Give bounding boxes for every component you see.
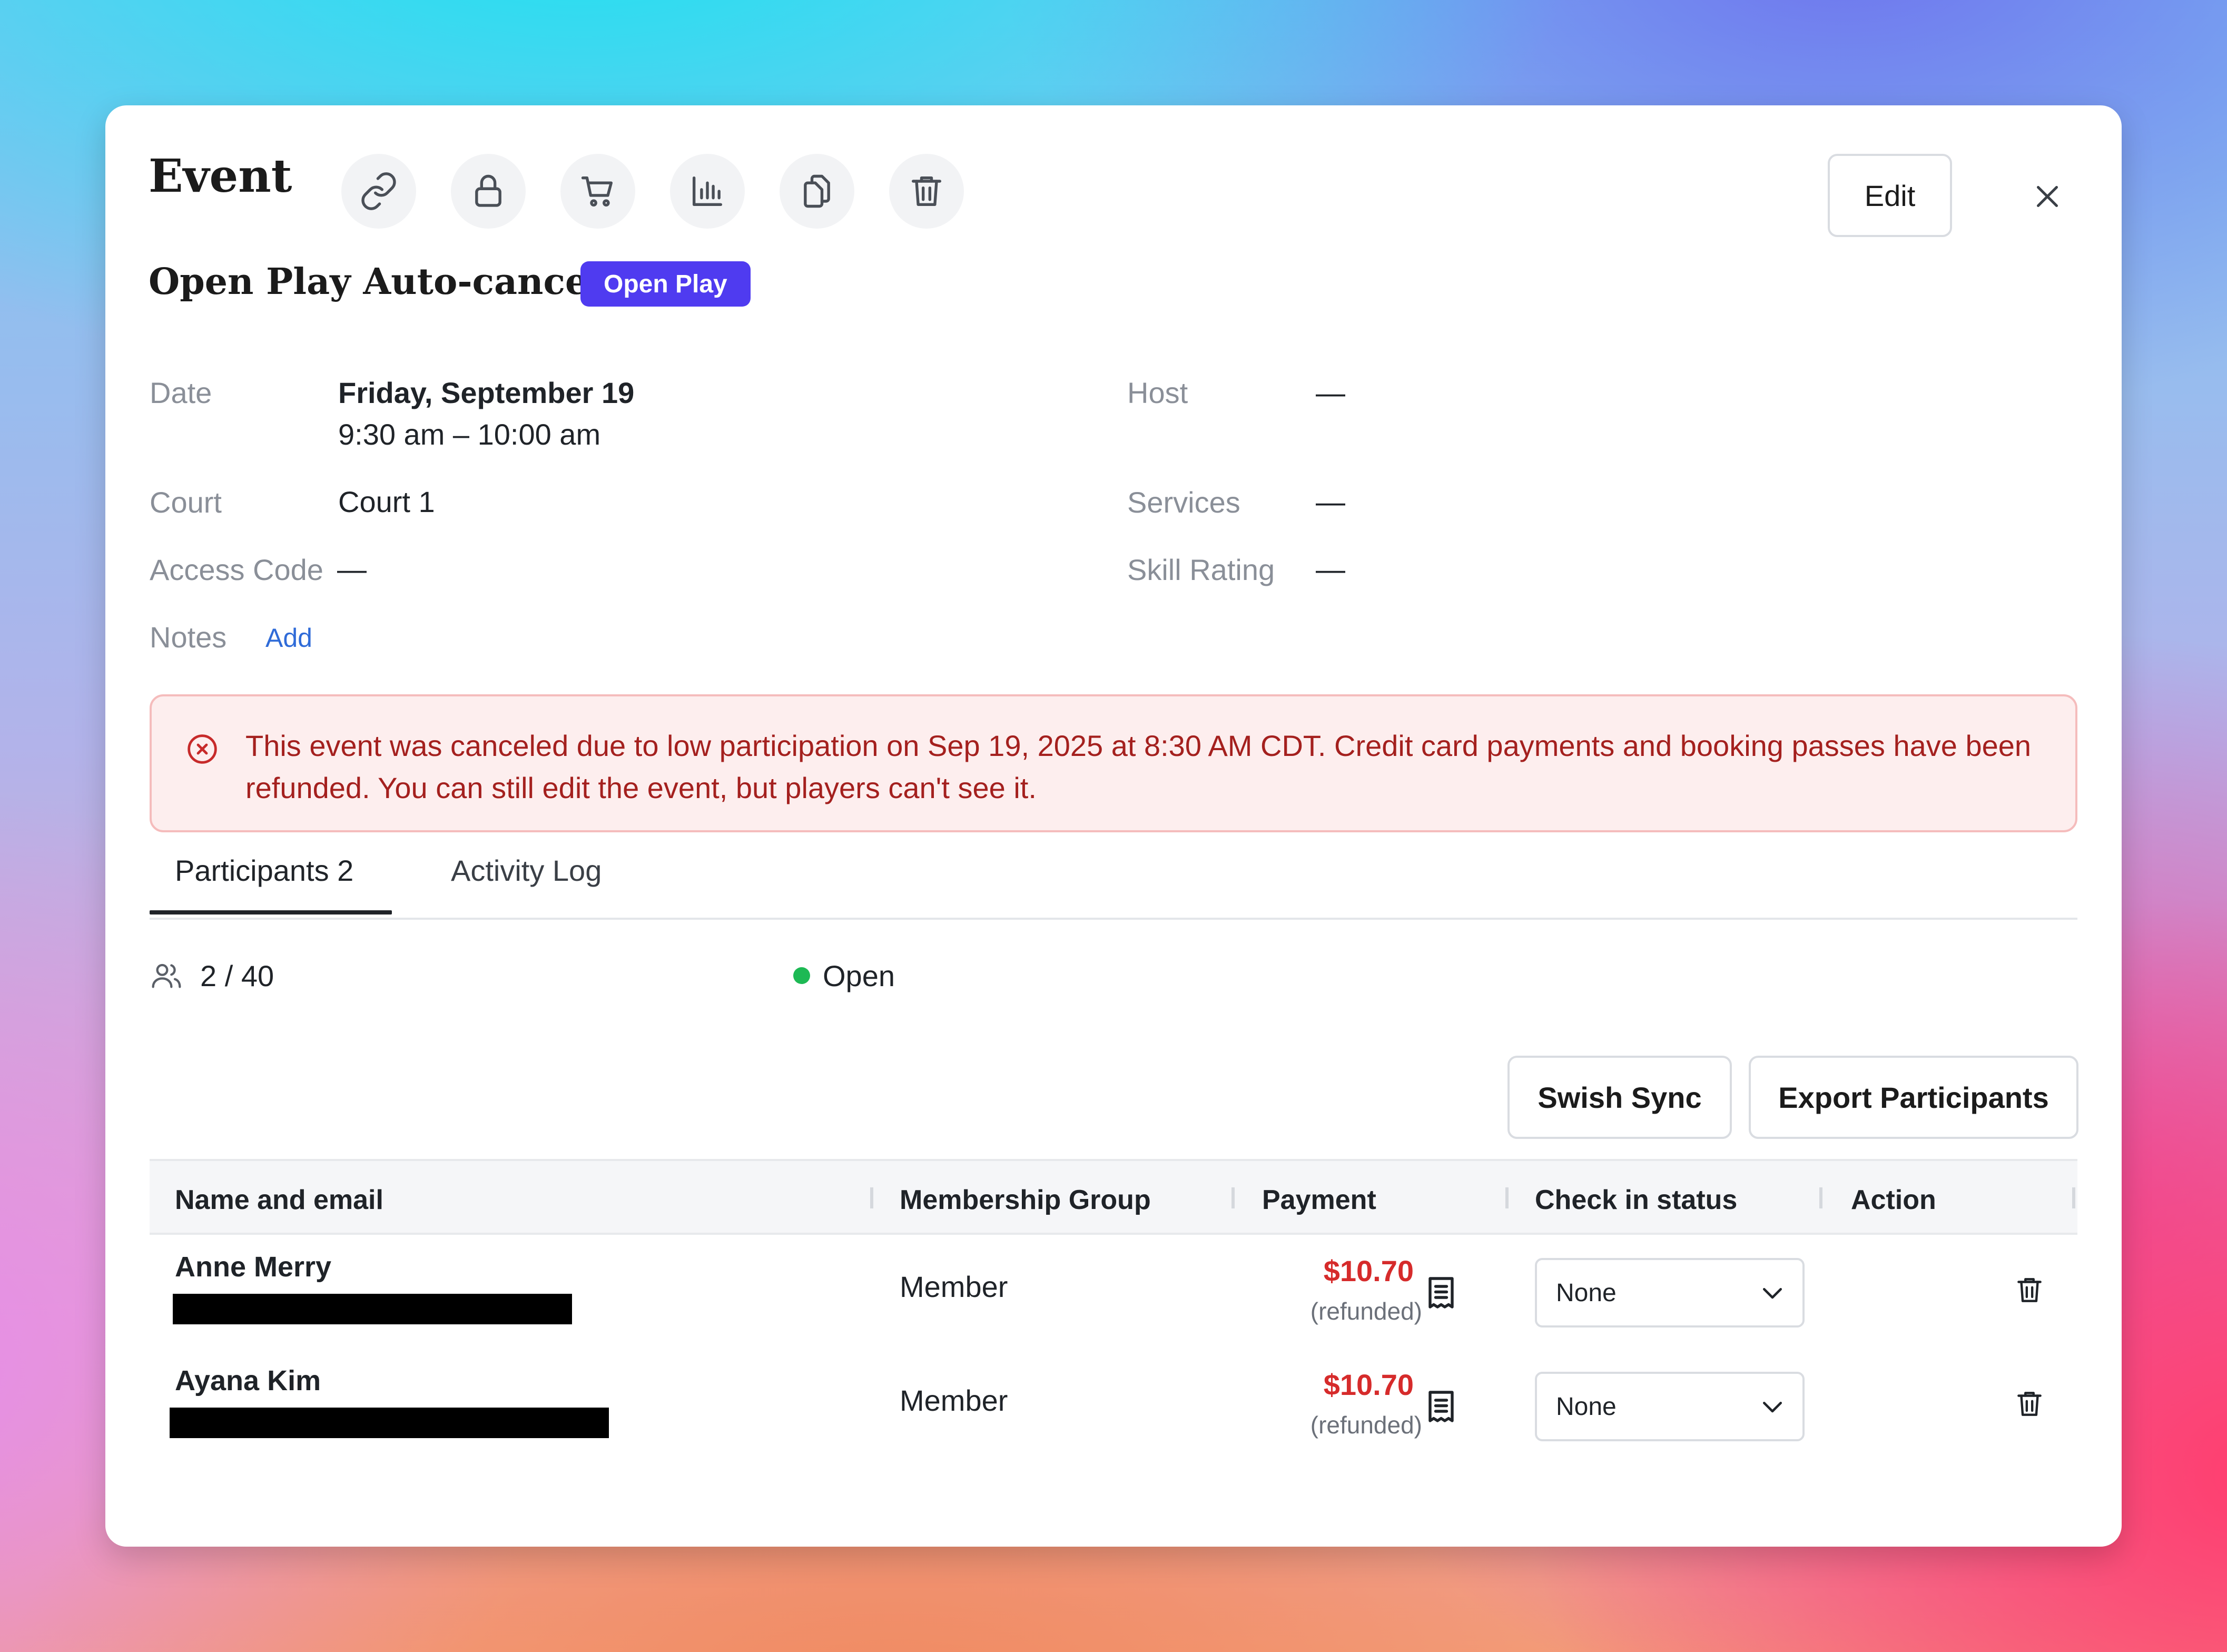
event-name: Open Play Auto-cancel	[149, 261, 602, 303]
chart-icon	[692, 176, 723, 206]
receipt-icon[interactable]	[1422, 1386, 1460, 1427]
redacted-email	[170, 1408, 609, 1438]
participant-name[interactable]: Anne Merry	[175, 1251, 331, 1283]
col-resize-handle[interactable]	[2072, 1187, 2075, 1208]
trash-icon[interactable]	[2013, 1386, 2046, 1421]
col-resize-handle[interactable]	[870, 1187, 873, 1208]
access-code-value: —	[337, 553, 367, 586]
col-resize-handle[interactable]	[1231, 1187, 1235, 1208]
alert-message: This event was canceled due to low parti…	[245, 729, 2032, 804]
court-label: Court	[150, 486, 222, 519]
export-participants-button[interactable]: Export Participants	[1749, 1056, 2078, 1139]
redacted-email	[173, 1294, 572, 1324]
close-button[interactable]	[2018, 168, 2076, 225]
tab-activity-log[interactable]: Activity Log	[451, 853, 602, 888]
link-icon	[361, 172, 396, 210]
court-value: Court 1	[338, 485, 435, 518]
tab-participants[interactable]: Participants 2	[175, 853, 353, 888]
col-check-in-status[interactable]: Check in status	[1535, 1184, 1737, 1216]
event-status: Open	[823, 959, 895, 992]
check-in-select[interactable]: None	[1535, 1258, 1805, 1328]
col-action[interactable]: Action	[1851, 1184, 1936, 1216]
error-circle-icon	[188, 734, 217, 764]
delete-event-button[interactable]	[889, 154, 964, 229]
trash-icon[interactable]	[2013, 1273, 2046, 1307]
check-in-value: None	[1556, 1392, 1617, 1421]
active-tab-underline	[150, 910, 392, 914]
date-label: Date	[150, 376, 212, 409]
event-type-badge: Open Play	[580, 261, 751, 307]
col-resize-handle[interactable]	[1819, 1187, 1822, 1208]
stats-button[interactable]	[670, 154, 745, 229]
receipt-icon[interactable]	[1422, 1273, 1460, 1313]
trash-icon	[911, 176, 942, 206]
chevron-down-icon	[1763, 1402, 1782, 1413]
time-value: 9:30 am – 10:00 am	[338, 418, 601, 451]
membership-group: Member	[900, 1270, 1008, 1303]
copy-icon	[804, 174, 830, 208]
swish-sync-button[interactable]: Swish Sync	[1507, 1056, 1732, 1139]
copy-link-button[interactable]	[341, 154, 416, 229]
cancellation-alert: This event was canceled due to low parti…	[150, 694, 2077, 832]
tabs-divider	[150, 918, 2077, 920]
payment-amount: $10.70	[1323, 1254, 1414, 1287]
duplicate-button[interactable]	[780, 154, 854, 229]
event-modal: Event Edit Open Play Auto-cancel Open Pl…	[105, 105, 2122, 1547]
check-in-select[interactable]: None	[1535, 1372, 1805, 1441]
col-resize-handle[interactable]	[1505, 1187, 1509, 1208]
chevron-down-icon	[1763, 1288, 1782, 1299]
membership-group: Member	[900, 1384, 1008, 1417]
payment-amount: $10.70	[1323, 1368, 1414, 1401]
skill-rating-label: Skill Rating	[1127, 553, 1275, 586]
payment-status: (refunded)	[1310, 1297, 1422, 1325]
table-row: Ayana Kim Member $10.70 (refunded) None	[150, 1352, 2077, 1462]
notes-label: Notes	[150, 621, 227, 654]
host-label: Host	[1127, 376, 1188, 409]
table-row: Anne Merry Member $10.70 (refunded) None	[150, 1238, 2077, 1349]
col-payment[interactable]: Payment	[1262, 1184, 1376, 1216]
payment-status: (refunded)	[1310, 1411, 1422, 1439]
date-value: Friday, September 19	[338, 376, 635, 409]
check-in-value: None	[1556, 1279, 1617, 1307]
services-value: —	[1316, 485, 1345, 518]
skill-rating-value: —	[1316, 553, 1345, 586]
lock-icon	[475, 174, 501, 207]
modal-title: Event	[149, 150, 292, 203]
edit-button[interactable]: Edit	[1828, 154, 1952, 237]
add-notes-link[interactable]: Add	[265, 623, 312, 653]
participant-count: 2 / 40	[200, 959, 274, 992]
host-value: —	[1316, 376, 1345, 409]
cart-icon	[581, 176, 613, 206]
cart-button[interactable]	[560, 154, 635, 229]
lock-button[interactable]	[451, 154, 526, 229]
status-dot	[793, 967, 810, 984]
table-header: Name and email Membership Group Payment …	[150, 1159, 2077, 1235]
users-icon	[152, 963, 181, 988]
services-label: Services	[1127, 486, 1240, 519]
participant-name[interactable]: Ayana Kim	[175, 1364, 321, 1397]
col-membership-group[interactable]: Membership Group	[900, 1184, 1151, 1216]
access-code-label: Access Code	[150, 553, 323, 586]
close-icon	[2037, 186, 2058, 207]
col-name-email[interactable]: Name and email	[175, 1184, 383, 1216]
